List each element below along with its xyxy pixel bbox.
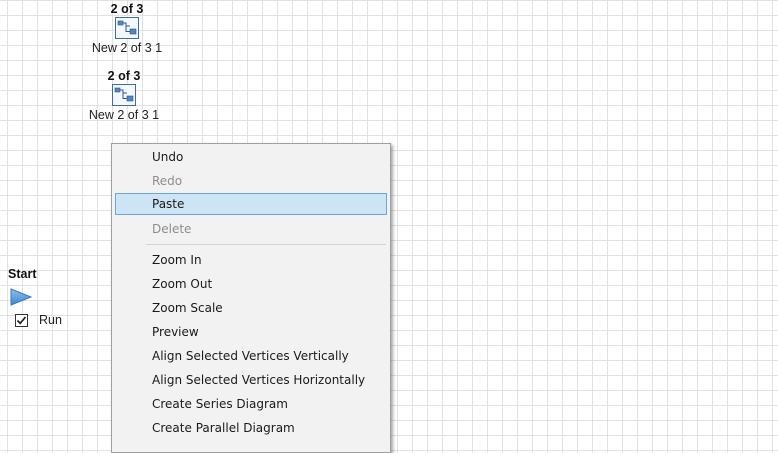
- menu-item-align-vertically[interactable]: Align Selected Vertices Vertically: [115, 345, 387, 367]
- menu-item-create-parallel-diagram[interactable]: Create Parallel Diagram: [115, 417, 387, 439]
- menu-item-delete: Delete: [152, 222, 192, 236]
- context-menu: Undo Redo Paste Delete Zoom In Zoom Out …: [111, 143, 391, 453]
- diagram-node-icon[interactable]: [112, 84, 136, 106]
- menu-item-zoom-out[interactable]: Zoom Out: [115, 273, 387, 295]
- start-title: Start: [8, 267, 37, 281]
- diagram-node[interactable]: 2 of 3 New 2 of 3 1: [88, 2, 166, 55]
- node-label: New 2 of 3 1: [91, 41, 163, 55]
- menu-item-zoom-in[interactable]: Zoom In: [115, 249, 387, 271]
- menu-separator: [146, 244, 386, 245]
- run-label: Run: [39, 313, 62, 327]
- menu-item-create-series-diagram[interactable]: Create Series Diagram: [115, 393, 387, 415]
- checkmark-icon: [16, 315, 27, 325]
- diagram-node-icon[interactable]: [115, 17, 139, 39]
- menu-item-paste[interactable]: Paste: [115, 193, 387, 215]
- run-checkbox[interactable]: [15, 313, 28, 327]
- run-checkbox-row[interactable]: Run: [15, 313, 62, 327]
- node-title: 2 of 3: [110, 2, 144, 16]
- node-title: 2 of 3: [107, 69, 141, 83]
- menu-item-zoom-scale[interactable]: Zoom Scale: [115, 297, 387, 319]
- menu-item-redo: Redo: [152, 174, 183, 188]
- menu-item-preview[interactable]: Preview: [115, 321, 387, 343]
- menu-item-undo[interactable]: Undo: [115, 146, 387, 168]
- menu-item-align-horizontally[interactable]: Align Selected Vertices Horizontally: [115, 369, 387, 391]
- node-label: New 2 of 3 1: [88, 108, 160, 122]
- diagram-node[interactable]: 2 of 3 New 2 of 3 1: [85, 69, 163, 122]
- play-triangle-icon[interactable]: [10, 288, 32, 306]
